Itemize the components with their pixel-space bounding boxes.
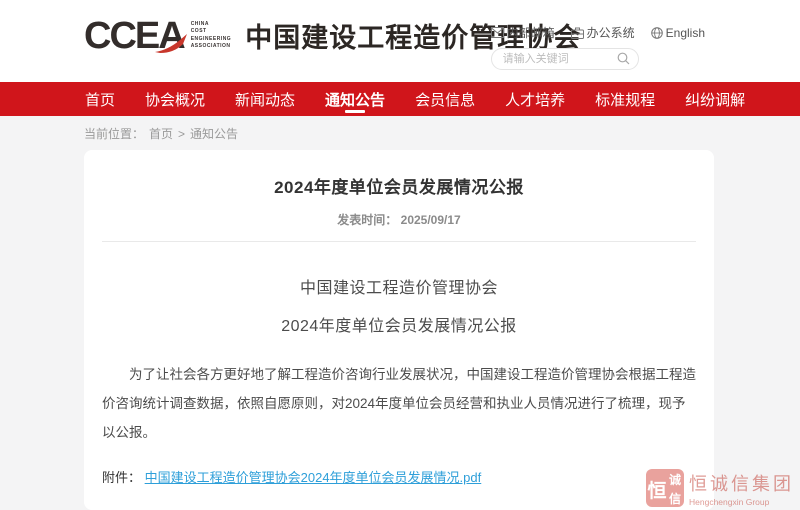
nav-item-standards[interactable]: 标准规程 <box>594 82 656 116</box>
header-quick-links: 内部邮箱 办公系统 English <box>491 24 705 41</box>
nav-item-mediation[interactable]: 纠纷调解 <box>684 82 746 116</box>
mail-icon <box>491 27 504 38</box>
attachment-row: 附件： 中国建设工程造价管理协会2024年度单位会员发展情况.pdf <box>102 467 696 486</box>
publish-date-value: 2025/09/17 <box>401 213 461 227</box>
breadcrumb: 当前位置： 首页 > 通知公告 <box>0 116 800 150</box>
english-link[interactable]: English <box>651 26 705 40</box>
hengchengxin-watermark: 恒 诚 信 恒诚信集团 Hengchengxin Group <box>646 469 794 507</box>
nav-item-about[interactable]: 协会概况 <box>144 82 206 116</box>
main-nav: 首页 协会概况 新闻动态 通知公告 会员信息 人才培养 标准规程 纠纷调解 <box>0 82 800 116</box>
nav-item-news[interactable]: 新闻动态 <box>234 82 296 116</box>
watermark-name-en: Hengchengxin Group <box>689 497 794 507</box>
article-title: 2024年度单位会员发展情况公报 <box>102 150 696 198</box>
article-paragraph: 为了让社会各方更好地了解工程造价咨询行业发展状况，中国建设工程造价管理协会根据工… <box>102 360 696 447</box>
nav-item-home[interactable]: 首页 <box>84 82 116 116</box>
nav-item-members[interactable]: 会员信息 <box>414 82 476 116</box>
search-icon[interactable] <box>617 52 630 65</box>
breadcrumb-prefix: 当前位置： <box>84 125 144 142</box>
attachment-label: 附件： <box>102 470 141 485</box>
ccea-logo-text: CCEA <box>84 17 184 55</box>
article-card: 2024年度单位会员发展情况公报 发表时间： 2025/09/17 中国建设工程… <box>84 150 714 510</box>
publish-date-label: 发表时间： <box>337 213 397 227</box>
internal-mail-link[interactable]: 内部邮箱 <box>491 24 555 41</box>
attachment-pdf-link[interactable]: 中国建设工程造价管理协会2024年度单位会员发展情况.pdf <box>145 470 482 485</box>
site-header: CCEA CHINA COST ENGINEERING ASSOCIATION … <box>0 0 800 82</box>
office-system-link[interactable]: 办公系统 <box>571 24 635 41</box>
article-body-org-line: 中国建设工程造价管理协会 <box>102 274 696 298</box>
title-divider <box>102 241 696 242</box>
nav-item-training[interactable]: 人才培养 <box>504 82 566 116</box>
article-body-title-line: 2024年度单位会员发展情况公报 <box>102 312 696 336</box>
breadcrumb-home[interactable]: 首页 <box>149 125 173 142</box>
hengchengxin-seal-icon: 恒 诚 信 <box>646 469 684 507</box>
breadcrumb-current[interactable]: 通知公告 <box>190 125 238 142</box>
nav-item-notices[interactable]: 通知公告 <box>324 82 386 116</box>
logo-subtitle: CHINA COST ENGINEERING ASSOCIATION <box>191 21 232 51</box>
watermark-name: 恒诚信集团 <box>689 470 794 496</box>
briefcase-icon <box>571 27 584 39</box>
globe-icon <box>651 27 663 39</box>
publish-date-row: 发表时间： 2025/09/17 <box>102 211 696 228</box>
header-search <box>491 48 639 70</box>
breadcrumb-separator: > <box>178 127 185 141</box>
logo-swoosh-icon <box>154 34 188 54</box>
